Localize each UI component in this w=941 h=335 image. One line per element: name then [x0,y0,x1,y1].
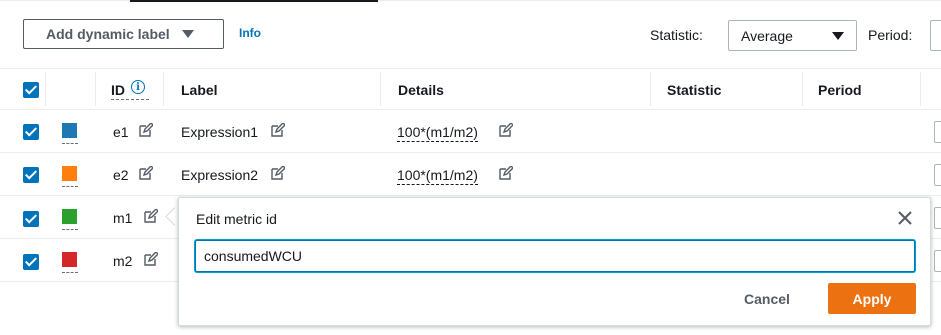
header-details: Details [398,82,444,98]
id-info-icon[interactable]: i [131,80,145,94]
period-select[interactable] [930,20,941,51]
header-id: ID [111,82,125,98]
add-dynamic-label-text: Add dynamic label [46,26,170,42]
header-statistic: Statistic [667,82,722,98]
edit-id-icon[interactable] [139,166,153,180]
edit-label-icon[interactable] [271,123,285,137]
column-separator [95,72,96,106]
row-checkbox[interactable] [23,254,39,270]
header-label: Label [181,82,218,98]
row-id: e2 [113,167,129,183]
caret-down-icon [832,32,844,40]
row-id: e1 [113,124,129,140]
row-label: Expression2 [181,167,259,183]
statistic-select-value: Average [741,27,793,44]
column-separator [380,72,381,106]
header-id-underline [111,99,149,100]
series-color-swatch[interactable] [62,252,77,267]
row-label: Expression1 [181,124,259,140]
row-checkbox[interactable] [23,167,39,183]
table-top-border [0,68,941,69]
row-checkbox[interactable] [23,124,39,140]
series-color-swatch[interactable] [62,166,77,181]
row-details: 100*(m1/m2) [397,167,478,185]
statistic-select[interactable]: Average [728,20,857,51]
edit-details-icon[interactable] [499,123,513,137]
period-label: Period: [868,27,913,43]
row-action-stub[interactable] [934,250,941,272]
column-separator [163,72,164,106]
close-icon[interactable] [897,210,913,226]
swatch-underline [62,143,78,144]
row-id: m1 [113,210,133,226]
add-dynamic-label-button[interactable]: Add dynamic label [23,19,224,49]
statistic-label: Statistic: [650,27,703,43]
column-separator [802,72,803,106]
swatch-underline [62,186,78,187]
metric-id-input[interactable] [195,240,915,272]
column-separator [45,72,46,106]
active-tab-indicator [130,0,378,2]
select-all-checkbox[interactable] [23,82,39,98]
edit-label-icon[interactable] [271,166,285,180]
edit-id-icon[interactable] [144,209,158,223]
row-action-stub[interactable] [934,164,941,186]
edit-id-icon[interactable] [139,123,153,137]
column-separator [650,72,651,106]
row-action-stub[interactable] [934,207,941,229]
apply-button[interactable]: Apply [828,283,916,314]
swatch-underline [62,229,78,230]
cancel-button[interactable]: Cancel [744,291,790,307]
row-details: 100*(m1/m2) [397,124,478,142]
edit-metric-id-popover: Edit metric id Cancel Apply [178,197,931,326]
row-checkbox[interactable] [23,211,39,227]
swatch-underline [62,272,78,273]
series-color-swatch[interactable] [62,209,77,224]
edit-details-icon[interactable] [499,166,513,180]
popover-title: Edit metric id [196,211,277,227]
apply-button-label: Apply [852,290,892,307]
header-period: Period [818,82,862,98]
row-id: m2 [113,253,133,269]
caret-down-icon [181,30,194,38]
series-color-swatch[interactable] [62,123,77,138]
info-link[interactable]: Info [239,26,261,40]
row-action-stub[interactable] [934,121,941,143]
column-separator [920,72,921,106]
edit-id-icon[interactable] [144,252,158,266]
